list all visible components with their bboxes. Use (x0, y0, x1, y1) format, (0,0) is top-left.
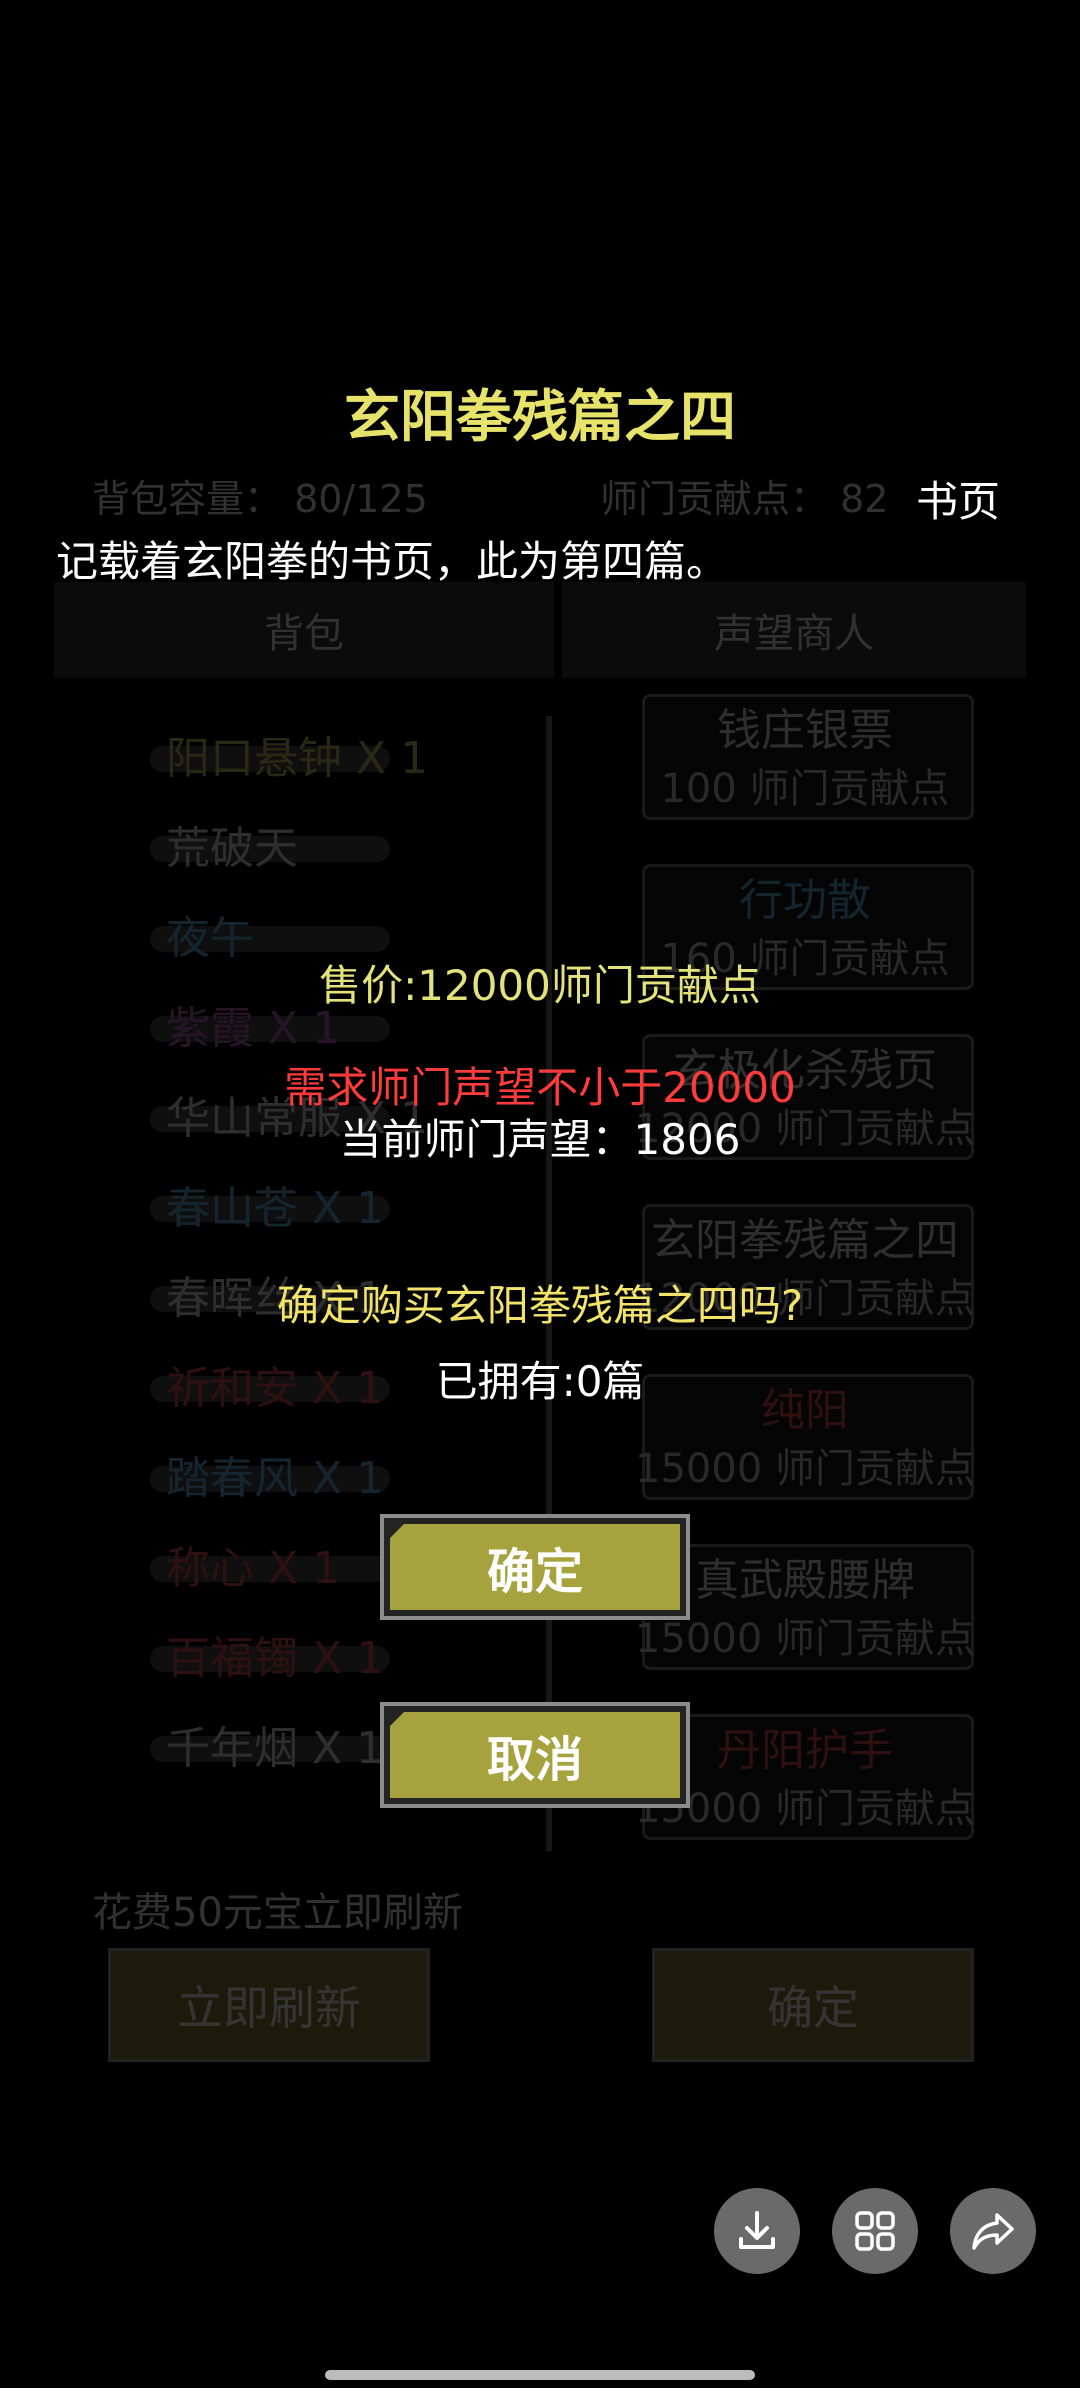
confirm-button-label: 确定 (390, 1524, 680, 1610)
shop-item-name: 行功散 (739, 875, 871, 926)
item-type-label: 书页 (916, 477, 1001, 526)
current-reputation: 当前师门声望：1806 (339, 1115, 741, 1164)
contribution-points: 师门贡献点： 82 (600, 477, 889, 521)
confirm-button[interactable]: 确定 (380, 1514, 690, 1620)
price-text: 售价:12000师门贡献点 (319, 961, 761, 1010)
cancel-button-label: 取消 (390, 1712, 680, 1798)
share-icon (972, 2213, 1014, 2250)
bag-capacity: 背包容量： 80/125 (92, 477, 428, 521)
inventory-item-label: 荒破天 (166, 823, 298, 874)
inventory-item-label: 春山苍 X 1 (166, 1183, 385, 1234)
shop-confirm-button[interactable]: 确定 (652, 1948, 974, 2062)
download-button[interactable] (714, 2188, 800, 2274)
refresh-button[interactable]: 立即刷新 (108, 1948, 430, 2062)
background-shop: 背包容量： 80/125 师门贡献点： 82 背包 声望商人 阳口悬钟 X 1 荒… (0, 0, 1080, 2388)
shop-item-name: 玄阳拳残篇之四 (651, 1215, 959, 1266)
grid-icon (855, 2211, 895, 2251)
tab-reputation-merchant[interactable]: 声望商人 (562, 582, 1026, 678)
grid-button[interactable] (832, 2188, 918, 2274)
download-icon (739, 2211, 775, 2249)
owned-count: 已拥有:0篇 (435, 1357, 645, 1406)
shop-item-price: 100 师门贡献点 (660, 766, 950, 812)
shop-item-price: 15000 师门贡献点 (635, 1446, 975, 1492)
share-button[interactable] (950, 2188, 1036, 2274)
inventory-item-label: 踏春风 X 1 (166, 1453, 385, 1504)
shop-item-name: 钱庄银票 (717, 705, 893, 756)
refresh-cost: 花费50元宝立即刷新 (92, 1890, 463, 1936)
inventory-item-label: 阳口悬钟 X 1 (166, 733, 429, 784)
dialog-title: 玄阳拳残篇之四 (344, 384, 736, 450)
tab-backpack[interactable]: 背包 (54, 582, 554, 678)
cancel-button[interactable]: 取消 (380, 1702, 690, 1808)
home-indicator[interactable] (325, 2370, 755, 2380)
inventory-item-label: 称心 X 1 (166, 1543, 341, 1594)
item-description: 记载着玄阳拳的书页，此为第四篇。 (56, 537, 729, 586)
inventory-item-label: 千年烟 X 1 (166, 1723, 385, 1774)
inventory-item-label: 百福镯 X 1 (166, 1633, 385, 1684)
confirm-question: 确定购买玄阳拳残篇之四吗? (276, 1281, 804, 1330)
